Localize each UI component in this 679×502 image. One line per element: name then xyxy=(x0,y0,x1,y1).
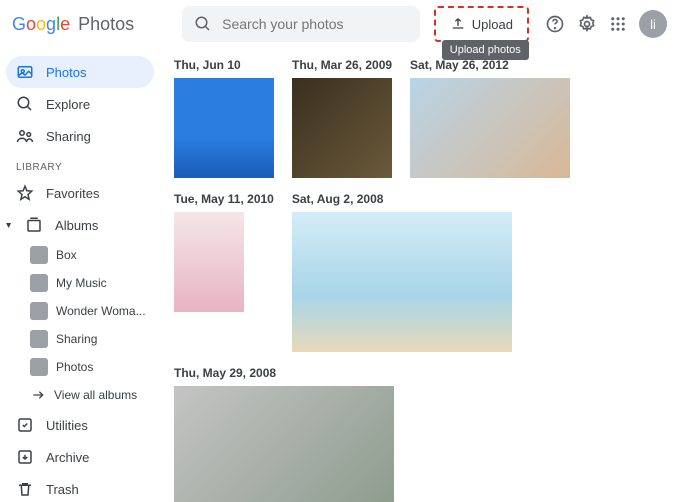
chevron-down-icon: ▸ xyxy=(3,222,14,227)
photo-group: Thu, Mar 26, 2009 xyxy=(292,58,392,178)
sidebar-item-label: Favorites xyxy=(46,186,99,201)
photo-thumbnail[interactable] xyxy=(292,78,392,178)
sidebar-item-label: Utilities xyxy=(46,418,88,433)
photo-group: Sat, Aug 2, 2008 xyxy=(292,192,512,352)
album-icon xyxy=(25,216,43,234)
apps-icon[interactable] xyxy=(609,15,627,33)
sidebar-item-favorites[interactable]: Favorites xyxy=(6,177,154,209)
upload-label: Upload xyxy=(472,17,513,32)
arrow-right-icon xyxy=(30,387,46,403)
photo-grid: Thu, Jun 10 Thu, Mar 26, 2009 Sat, May 2… xyxy=(160,48,679,502)
photo-thumbnail[interactable] xyxy=(174,78,274,178)
album-thumb xyxy=(30,358,48,376)
album-item-sharing[interactable]: Sharing xyxy=(6,325,154,353)
date-label: Tue, May 11, 2010 xyxy=(174,192,274,206)
sidebar-item-archive[interactable]: Archive xyxy=(6,441,154,473)
upload-highlight: Upload Upload photos xyxy=(434,6,529,42)
sidebar: Photos Explore Sharing LIBRARY Favorites… xyxy=(0,48,160,502)
upload-icon xyxy=(450,16,466,32)
upload-tooltip: Upload photos xyxy=(442,40,529,60)
photo-group: Thu, Jun 10 xyxy=(174,58,274,178)
avatar[interactable]: li xyxy=(639,10,667,38)
utilities-icon xyxy=(16,416,34,434)
photo-thumbnail[interactable] xyxy=(410,78,570,178)
header-actions: li xyxy=(545,10,667,38)
sidebar-item-albums[interactable]: ▸ Albums xyxy=(6,209,154,241)
search-bar[interactable] xyxy=(182,6,420,42)
logo-product-name: Photos xyxy=(78,14,134,35)
header: Google Photos Upload Upload photos li xyxy=(0,0,679,48)
album-thumb xyxy=(30,274,48,292)
search-input[interactable] xyxy=(222,16,408,32)
photo-group: Thu, May 29, 2008 xyxy=(174,366,394,502)
photo-thumbnail[interactable] xyxy=(174,212,244,312)
date-label: Sat, May 26, 2012 xyxy=(410,58,570,72)
upload-button[interactable]: Upload xyxy=(440,10,523,38)
album-thumb xyxy=(30,302,48,320)
sidebar-item-photos[interactable]: Photos xyxy=(6,56,154,88)
sidebar-item-utilities[interactable]: Utilities xyxy=(6,409,154,441)
sidebar-item-trash[interactable]: Trash xyxy=(6,473,154,502)
sidebar-item-label: Photos xyxy=(46,65,86,80)
album-thumb xyxy=(30,330,48,348)
sidebar-item-label: Sharing xyxy=(46,129,91,144)
trash-icon xyxy=(16,480,34,498)
album-item-wonder-woman[interactable]: Wonder Woma... xyxy=(6,297,154,325)
search-icon xyxy=(194,15,212,33)
album-item-photos[interactable]: Photos xyxy=(6,353,154,381)
date-label: Thu, Jun 10 xyxy=(174,58,274,72)
search-icon xyxy=(16,95,34,113)
archive-icon xyxy=(16,448,34,466)
album-item-box[interactable]: Box xyxy=(6,241,154,269)
date-label: Sat, Aug 2, 2008 xyxy=(292,192,512,206)
app-logo[interactable]: Google Photos xyxy=(12,14,134,35)
date-label: Thu, Mar 26, 2009 xyxy=(292,58,392,72)
people-icon xyxy=(16,127,34,145)
photo-thumbnail[interactable] xyxy=(174,386,394,502)
help-icon[interactable] xyxy=(545,14,565,34)
star-icon xyxy=(16,184,34,202)
gear-icon[interactable] xyxy=(577,14,597,34)
sidebar-item-label: Albums xyxy=(55,218,98,233)
sidebar-item-explore[interactable]: Explore xyxy=(6,88,154,120)
album-item-my-music[interactable]: My Music xyxy=(6,269,154,297)
photo-group: Tue, May 11, 2010 xyxy=(174,192,274,352)
library-header: LIBRARY xyxy=(6,152,154,177)
sidebar-item-sharing[interactable]: Sharing xyxy=(6,120,154,152)
view-all-albums[interactable]: View all albums xyxy=(6,381,154,409)
sidebar-item-label: Trash xyxy=(46,482,79,497)
sidebar-item-label: Explore xyxy=(46,97,90,112)
album-thumb xyxy=(30,246,48,264)
photo-thumbnail[interactable] xyxy=(292,212,512,352)
date-label: Thu, May 29, 2008 xyxy=(174,366,394,380)
sidebar-item-label: Archive xyxy=(46,450,89,465)
photo-group: Sat, May 26, 2012 xyxy=(410,58,570,178)
photo-icon xyxy=(16,63,34,81)
